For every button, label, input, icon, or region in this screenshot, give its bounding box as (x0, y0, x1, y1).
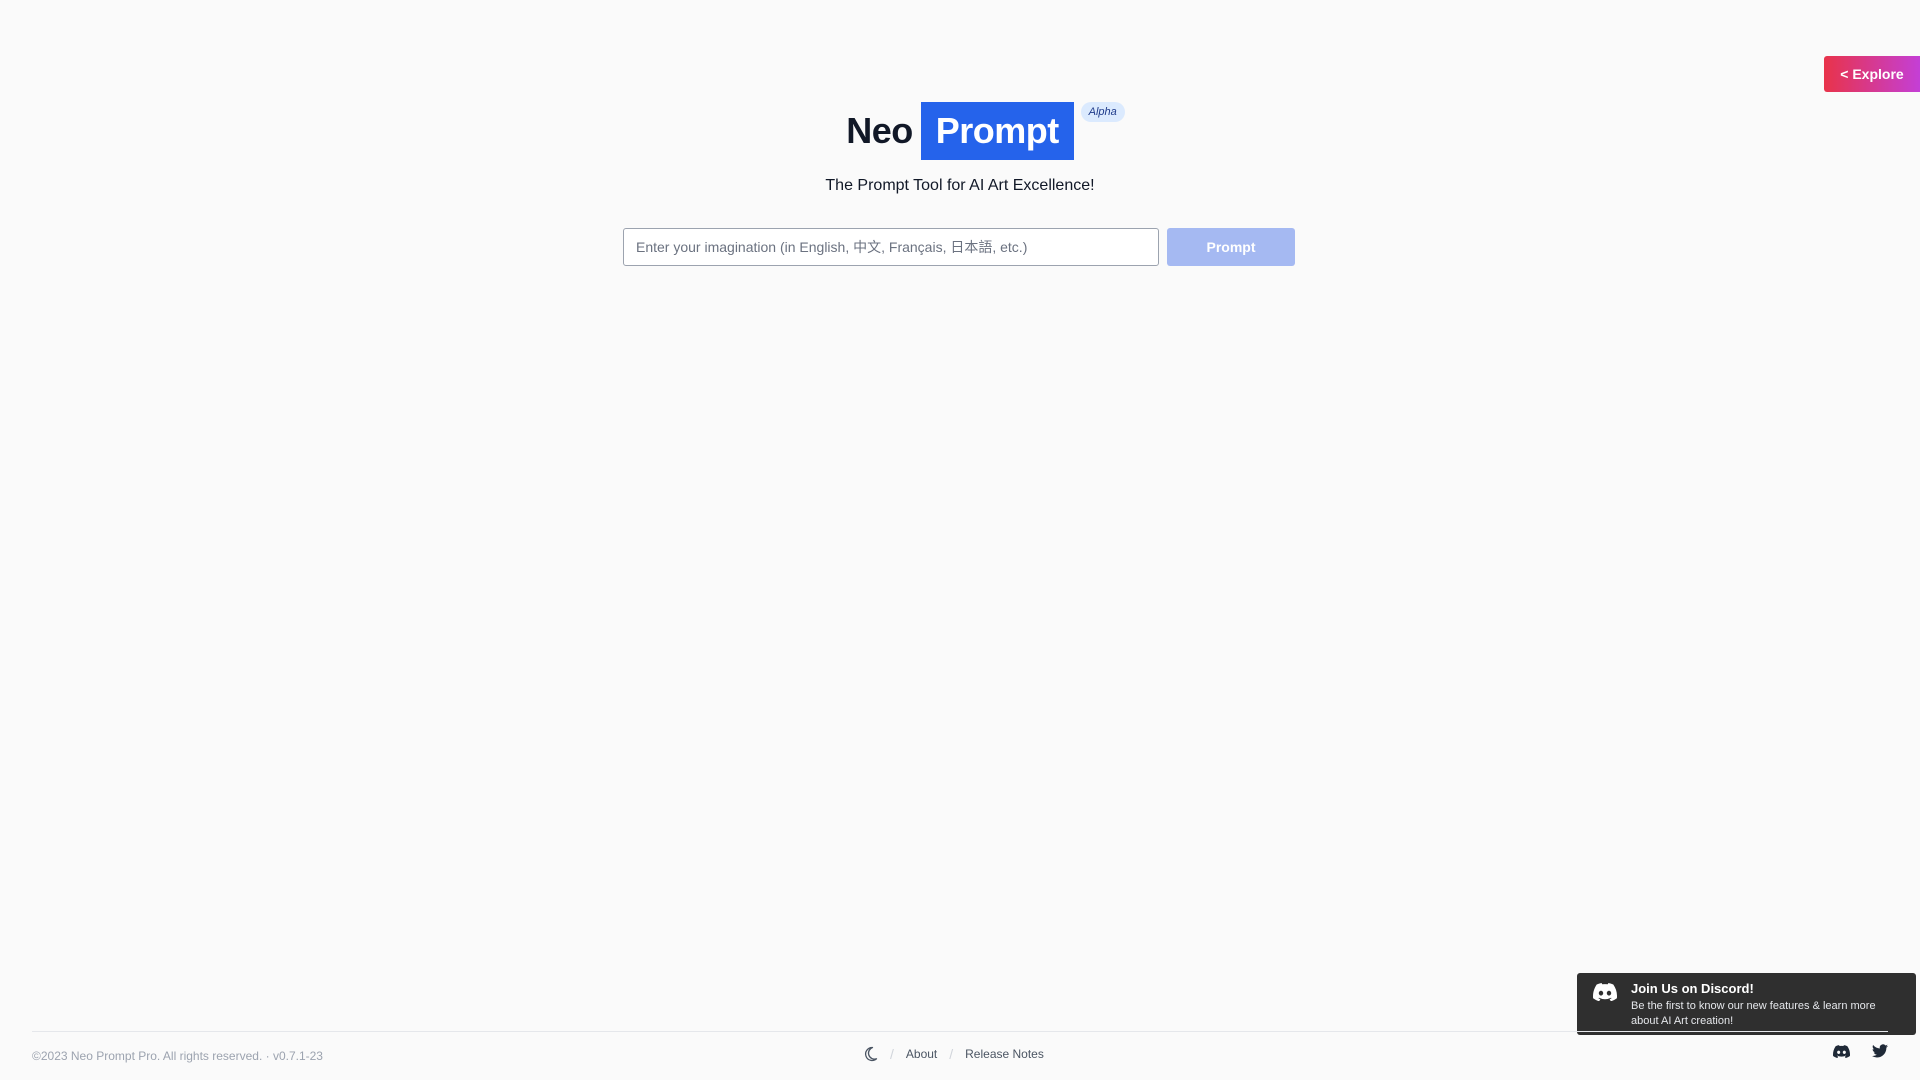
footer-divider: / (890, 1046, 894, 1062)
about-link[interactable]: About (906, 1047, 937, 1061)
toast-title: Join Us on Discord! (1631, 981, 1754, 996)
toast-body: Be the first to know our new features & … (1631, 1000, 1876, 1027)
logo: Neo Prompt Alpha (846, 102, 1125, 160)
footer: ©2023 Neo Prompt Pro. All rights reserve… (32, 1031, 1888, 1080)
logo-neo-text: Neo (846, 110, 913, 151)
prompt-button[interactable]: Prompt (1167, 228, 1295, 266)
alpha-badge: Alpha (1080, 102, 1125, 122)
discord-toast[interactable]: Join Us on Discord! Be the first to know… (1577, 973, 1916, 1035)
twitter-icon[interactable] (1872, 1044, 1888, 1058)
hero: Neo Prompt Alpha The Prompt Tool for AI … (0, 102, 1920, 266)
prompt-form: Prompt (623, 228, 1295, 266)
footer-divider: / (949, 1046, 954, 1062)
imagination-input[interactable] (623, 228, 1159, 266)
moon-icon[interactable] (862, 1046, 878, 1062)
copyright-text: ©2023 Neo Prompt Pro. All rights reserve… (32, 1049, 323, 1063)
logo-prompt-text: Prompt (920, 102, 1074, 160)
footer-nav: / About / Release Notes (862, 1046, 1044, 1062)
explore-button[interactable]: < Explore (1824, 56, 1920, 92)
tagline: The Prompt Tool for AI Art Excellence! (825, 177, 1095, 194)
release-notes-link[interactable]: Release Notes (965, 1047, 1044, 1061)
discord-icon[interactable] (1833, 1044, 1850, 1058)
discord-icon (1593, 981, 1618, 1027)
social-links (1833, 1044, 1888, 1058)
page: < Explore Neo Prompt Alpha The Prompt To… (0, 0, 1920, 1080)
toast-text: Join Us on Discord! Be the first to know… (1631, 981, 1902, 1027)
